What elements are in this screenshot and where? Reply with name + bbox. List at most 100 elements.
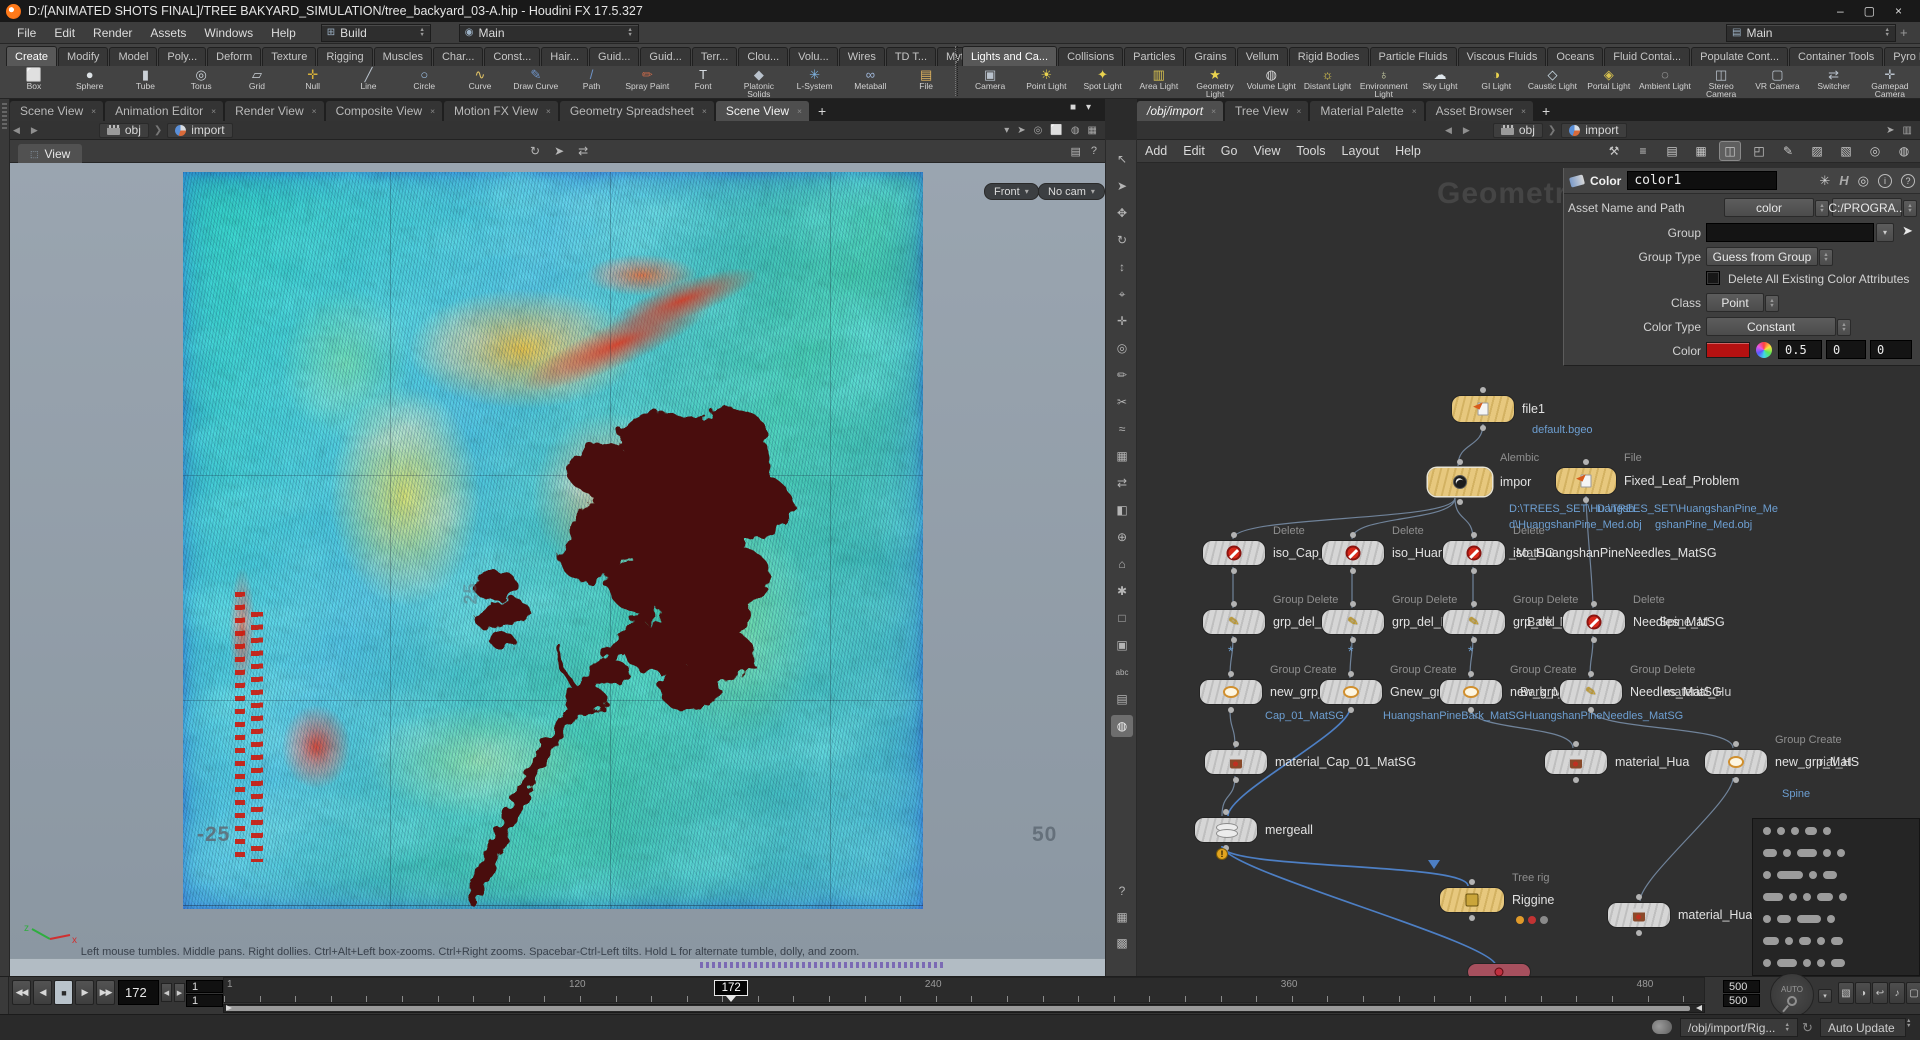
shape-swatch[interactable]: [1783, 849, 1791, 857]
tool-path[interactable]: /Path: [564, 66, 620, 90]
shape-swatch[interactable]: [1817, 959, 1825, 967]
grid-icon[interactable]: ▦: [1088, 125, 1097, 136]
network-menu-go[interactable]: Go: [1213, 142, 1246, 160]
pane-tab-geometry-spreadsheet[interactable]: Geometry Spreadsheet×: [560, 101, 714, 121]
network-menu-layout[interactable]: Layout: [1334, 142, 1388, 160]
node-new-grp-spine[interactable]: [1705, 750, 1767, 774]
menu-file[interactable]: File: [8, 24, 45, 42]
range-end-field[interactable]: 500: [1723, 980, 1760, 993]
tool-volume-light[interactable]: ◍Volume Light: [1243, 66, 1299, 90]
class-dropdown[interactable]: Point ▲▼: [1706, 293, 1764, 312]
shelf-tab-left-14[interactable]: Clou...: [738, 47, 788, 66]
range-bar[interactable]: [226, 1006, 1690, 1011]
pane-tab-scene-view[interactable]: Scene View×: [716, 101, 809, 121]
shelf-tab-left-8[interactable]: Char...: [433, 47, 483, 66]
network-editor[interactable]: Geometry file1AlembicimporFileFixed_Leaf…: [1137, 163, 1920, 976]
tool-ambient-light[interactable]: ◌Ambient Light: [1637, 66, 1693, 90]
delete-existing-checkbox[interactable]: [1706, 271, 1720, 285]
tool-null[interactable]: ✛Null: [285, 66, 341, 90]
viewport-tool-icon-7[interactable]: ◎: [1111, 337, 1133, 359]
color-wheel-icon[interactable]: [1756, 342, 1772, 358]
pane-tab-new-tab-button[interactable]: +: [1535, 101, 1557, 121]
shelf-tab-left-16[interactable]: Wires: [839, 47, 885, 66]
scene-combo[interactable]: ◉ Main ▲▼: [459, 24, 639, 42]
shelf-tab-left-0[interactable]: Create: [6, 46, 57, 66]
menu-edit[interactable]: Edit: [45, 24, 84, 42]
menu-help[interactable]: Help: [262, 24, 305, 42]
node-name-field[interactable]: color1: [1627, 171, 1777, 190]
maximize-button[interactable]: ▢: [1864, 4, 1875, 18]
tool-curve[interactable]: ∿Curve: [452, 66, 508, 90]
viewport-tool-icon-18[interactable]: ▣: [1111, 634, 1133, 656]
viewport-tool-icon-15[interactable]: ⌂: [1111, 553, 1133, 575]
pane-tab-scene-view[interactable]: Scene View×: [10, 101, 103, 121]
tool-line[interactable]: ╱Line: [341, 66, 397, 90]
pane-tab-tree-view[interactable]: Tree View×: [1225, 101, 1308, 121]
shelf-tab-left-1[interactable]: Modify: [58, 47, 108, 66]
shelf-tab-left-9[interactable]: Const...: [484, 47, 540, 66]
node-mergeall[interactable]: [1195, 818, 1257, 842]
node-material-huang[interactable]: [1545, 750, 1607, 774]
shelf-tab-right-8[interactable]: Oceans: [1547, 47, 1603, 66]
close-button[interactable]: ×: [1895, 4, 1902, 18]
network-list-icon[interactable]: ≡: [1633, 142, 1653, 160]
tool-environment-light[interactable]: ♁Environment Light: [1356, 66, 1412, 98]
desktop-build-combo[interactable]: ⊞ Build ▲▼: [321, 24, 431, 42]
node-import[interactable]: [1428, 468, 1492, 496]
shelf-tab-right-1[interactable]: Collisions: [1058, 47, 1123, 66]
viewport-tool-icon-12[interactable]: ⇄: [1111, 472, 1133, 494]
shelf-tab-left-5[interactable]: Texture: [262, 47, 316, 66]
dropdown-icon[interactable]: ▾: [1004, 125, 1009, 136]
network-rows-icon[interactable]: ▤: [1662, 142, 1682, 160]
network-note-icon[interactable]: ✎: [1778, 142, 1798, 160]
timeline-ruler[interactable]: 1120240360480172: [223, 977, 1705, 1003]
viewport-tool-icon-8[interactable]: ✏: [1111, 364, 1133, 386]
network-visibility-icon[interactable]: ◍: [1894, 142, 1914, 160]
viewport-tool-icon-10[interactable]: ≈: [1111, 418, 1133, 440]
viewport-tool-icon-3[interactable]: ↻: [1111, 229, 1133, 251]
step-forward-button[interactable]: ▶: [174, 983, 185, 1002]
pane-tab-motion-fx-view[interactable]: Motion FX View×: [444, 101, 558, 121]
view-direction-button[interactable]: Front▾: [984, 183, 1039, 200]
shape-swatch[interactable]: [1831, 959, 1845, 967]
net-path-back-button[interactable]: ◀: [1442, 125, 1455, 136]
net-path-forward-button[interactable]: ▶: [1460, 125, 1473, 136]
tool-box[interactable]: ⬜Box: [6, 66, 62, 90]
playhead[interactable]: 172: [714, 980, 748, 996]
update-mode-dropdown[interactable]: Auto Update: [1820, 1018, 1906, 1037]
tool-file[interactable]: ▤File: [898, 66, 954, 90]
viewport-tool-icon-16[interactable]: ✱: [1111, 580, 1133, 602]
tool-l-system[interactable]: ✳L-System: [787, 66, 843, 90]
viewport-tool-bottom-icon-2[interactable]: ▩: [1111, 932, 1133, 954]
network-parameters-icon[interactable]: ◫: [1720, 142, 1740, 160]
help-icon[interactable]: ?: [1901, 174, 1915, 188]
shape-swatch[interactable]: [1763, 871, 1771, 879]
playback-range-slider[interactable]: [223, 1004, 1705, 1013]
net-panel-icon[interactable]: ▥: [1903, 125, 1912, 136]
group-select-arrow-icon[interactable]: ➤: [1902, 223, 1913, 239]
auto-key-button[interactable]: AUTO: [1770, 973, 1814, 1017]
tool-gi-light[interactable]: ◑GI Light: [1468, 66, 1524, 90]
menu-assets[interactable]: Assets: [141, 24, 195, 42]
range-start-field[interactable]: 1: [186, 980, 223, 993]
camera-select-button[interactable]: No cam▾: [1038, 183, 1105, 200]
tool-torus[interactable]: ◎Torus: [173, 66, 229, 90]
node-grp-del-bark[interactable]: ✎: [1443, 610, 1505, 634]
stop-button[interactable]: ■: [54, 980, 73, 1005]
viewport-tool-icon-14[interactable]: ⊕: [1111, 526, 1133, 548]
shelf-tab-left-17[interactable]: TD T...: [886, 47, 936, 66]
tool-vr-camera[interactable]: ▢VR Camera: [1749, 66, 1805, 90]
shape-swatch[interactable]: [1797, 849, 1817, 857]
performance-monitor-button[interactable]: ▧: [1838, 982, 1854, 1004]
shelf-tab-left-15[interactable]: Volu...: [789, 47, 838, 66]
path-forward-button[interactable]: ▶: [28, 125, 41, 136]
tool-metaball[interactable]: ∞Metaball: [842, 66, 898, 90]
range-handle-left[interactable]: [226, 1005, 232, 1011]
shelf-tab-right-10[interactable]: Populate Cont...: [1691, 47, 1788, 66]
desktop-add-button[interactable]: +: [1900, 25, 1914, 40]
node-material-huar[interactable]: [1608, 903, 1670, 927]
pane-left-grip[interactable]: [0, 99, 10, 976]
group-field[interactable]: [1706, 223, 1874, 242]
tool-portal-light[interactable]: ◈Portal Light: [1581, 66, 1637, 90]
network-menu-view[interactable]: View: [1245, 142, 1288, 160]
